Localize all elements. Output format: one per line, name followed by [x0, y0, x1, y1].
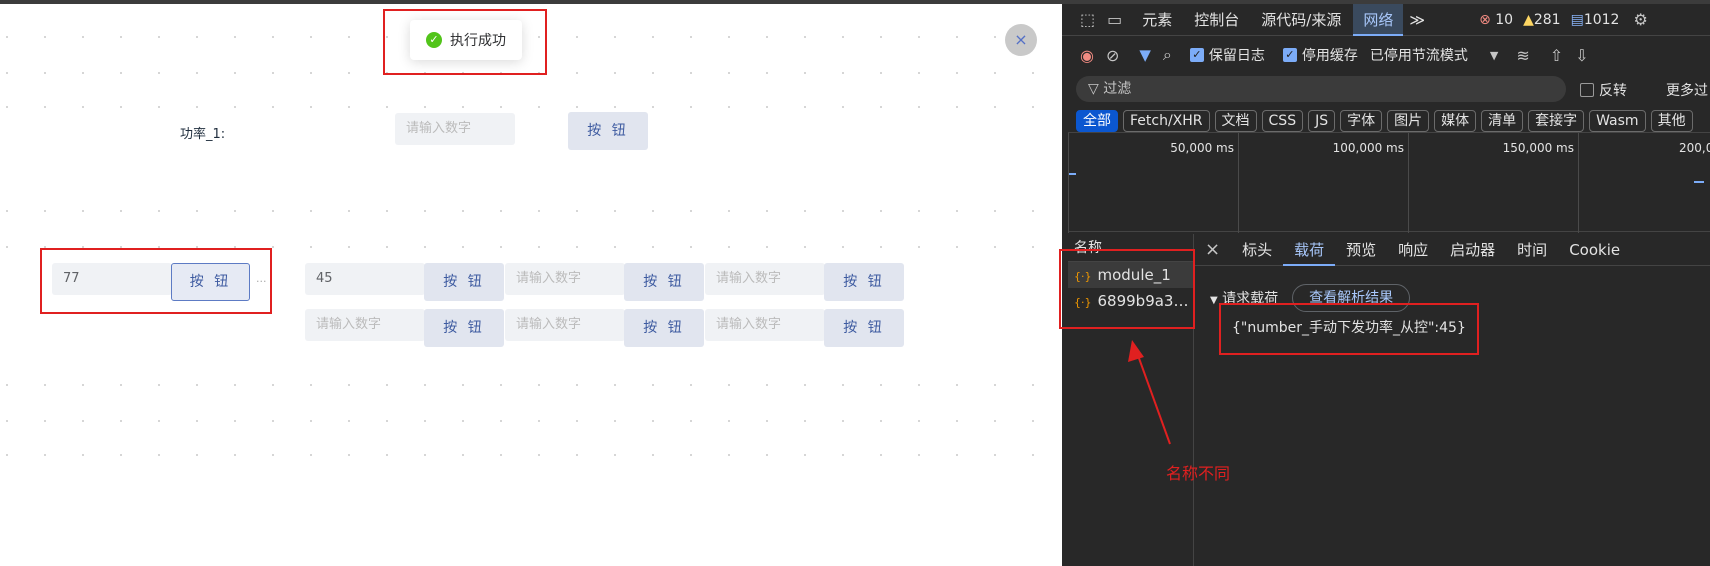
dotted-row: [0, 378, 1062, 388]
record-stop-icon[interactable]: ◉: [1080, 46, 1094, 65]
highlight-box-input: [40, 248, 272, 314]
timeline-tick: 100,000 ms: [1238, 133, 1408, 233]
input-45[interactable]: 45: [305, 263, 425, 295]
triangle-down-icon: ▼: [1210, 295, 1218, 306]
submit-button[interactable]: 按 钮: [624, 309, 704, 347]
close-icon[interactable]: ×: [1194, 234, 1231, 266]
number-input[interactable]: 请输入数字: [705, 309, 825, 341]
dotted-row: [0, 100, 1062, 110]
chevron-down-icon[interactable]: ▼: [1490, 49, 1498, 62]
devtools-tabbar: ⬚ ▭ 元素 控制台 源代码/来源 网络 ≫ ⊗ 10 ▲281 ▤1012 ⚙: [1062, 4, 1710, 36]
message-count[interactable]: ▤1012: [1571, 12, 1620, 28]
chip-css[interactable]: CSS: [1261, 110, 1304, 132]
chip-other[interactable]: 其他: [1650, 110, 1693, 132]
chip-all[interactable]: 全部: [1076, 110, 1118, 132]
tab-elements[interactable]: 元素: [1132, 4, 1182, 36]
timeline-tick: 200,0: [1578, 133, 1710, 233]
tab-initiator[interactable]: 启动器: [1439, 234, 1506, 266]
dotted-row: [0, 448, 1062, 458]
timeline-tick: 150,000 ms: [1408, 133, 1578, 233]
upload-icon[interactable]: ⇧: [1550, 46, 1563, 65]
power-submit-button[interactable]: 按 钮: [568, 112, 648, 150]
tab-cookie[interactable]: Cookie: [1558, 234, 1631, 266]
chip-socket[interactable]: 套接字: [1528, 110, 1585, 132]
power-label: 功率_1:: [180, 127, 226, 142]
filter-funnel-icon: ▽: [1088, 81, 1099, 97]
tab-sources[interactable]: 源代码/来源: [1251, 4, 1351, 36]
highlight-box-toast: [383, 9, 547, 75]
wifi-settings-icon[interactable]: ≋: [1516, 46, 1529, 65]
highlight-box-names: [1059, 249, 1195, 329]
chip-fetch-xhr[interactable]: Fetch/XHR: [1123, 110, 1210, 132]
network-toolbar: ◉ ⊘ ▼ ⌕ ✓ 保留日志 ✓ 停用缓存 已停用节流模式 ▼ ≋ ⇧ ⇩: [1062, 40, 1710, 70]
close-button[interactable]: ×: [1005, 24, 1037, 56]
message-icon: ▤: [1570, 11, 1584, 28]
error-count[interactable]: ⊗ 10: [1479, 12, 1513, 28]
highlight-box-payload: [1219, 303, 1479, 355]
filter-input[interactable]: ▽ 过滤: [1076, 76, 1566, 102]
number-input[interactable]: 请输入数字: [705, 263, 825, 295]
tab-timing[interactable]: 时间: [1506, 234, 1558, 266]
preserve-log-checkbox[interactable]: ✓ 保留日志: [1189, 45, 1265, 65]
inspect-element-icon[interactable]: ⬚: [1080, 10, 1095, 29]
clear-icon[interactable]: ⊘: [1106, 46, 1119, 65]
more-filters-button[interactable]: 更多过: [1666, 80, 1708, 100]
disable-cache-checkbox[interactable]: ✓ 停用缓存: [1282, 45, 1358, 65]
tab-preview[interactable]: 预览: [1335, 234, 1387, 266]
checkbox-checked-icon: ✓: [1282, 48, 1297, 62]
invert-checkbox[interactable]: 反转: [1580, 80, 1627, 100]
warning-count[interactable]: ▲281: [1523, 12, 1561, 28]
type-filter-chips: 全部 Fetch/XHR 文档 CSS JS 字体 图片 媒体 清单 套接字 W…: [1062, 108, 1710, 134]
power-input[interactable]: 请输入数字: [395, 113, 515, 145]
chip-manifest[interactable]: 清单: [1481, 110, 1524, 132]
arrow-icon: [1128, 340, 1171, 445]
chip-js[interactable]: JS: [1308, 110, 1336, 132]
chip-media[interactable]: 媒体: [1434, 110, 1477, 132]
tab-console[interactable]: 控制台: [1184, 4, 1249, 36]
tab-network[interactable]: 网络: [1353, 4, 1404, 36]
download-icon[interactable]: ⇩: [1575, 46, 1588, 65]
submit-button[interactable]: 按 钮: [824, 263, 904, 301]
number-input[interactable]: 请输入数字: [505, 263, 625, 295]
warning-icon: ▲: [1523, 11, 1534, 28]
checkbox-unchecked-icon: [1580, 83, 1594, 97]
network-timeline[interactable]: 50,000 ms 100,000 ms 150,000 ms 200,0: [1068, 132, 1710, 233]
more-tabs-icon[interactable]: ≫: [1405, 4, 1429, 36]
submit-button-45[interactable]: 按 钮: [424, 263, 504, 301]
chip-wasm[interactable]: Wasm: [1589, 110, 1646, 132]
device-toolbar-icon[interactable]: ▭: [1107, 10, 1122, 29]
tab-payload[interactable]: 载荷: [1283, 234, 1336, 266]
search-icon[interactable]: ⌕: [1163, 45, 1172, 65]
chip-img[interactable]: 图片: [1387, 110, 1430, 132]
number-input[interactable]: 请输入数字: [305, 309, 425, 341]
chip-doc[interactable]: 文档: [1214, 110, 1257, 132]
app-page: ✓ 执行成功 × 功率_1: 请输入数字 按 钮 77 按 钮 ... 45 按…: [0, 4, 1062, 566]
submit-button[interactable]: 按 钮: [624, 263, 704, 301]
annotation-text: 名称不同: [1166, 464, 1231, 483]
gear-icon[interactable]: ⚙: [1633, 10, 1647, 29]
submit-button[interactable]: 按 钮: [824, 309, 904, 347]
tab-headers[interactable]: 标头: [1231, 234, 1283, 266]
dotted-row: [0, 414, 1062, 424]
number-input[interactable]: 请输入数字: [505, 309, 625, 341]
filter-icon[interactable]: ▼: [1139, 46, 1151, 64]
throttle-select[interactable]: 已停用节流模式: [1370, 45, 1468, 65]
error-icon: ⊗: [1479, 11, 1491, 28]
dotted-row: [0, 204, 1062, 214]
request-detail-tabs: × 标头 载荷 预览 响应 启动器 时间 Cookie: [1194, 234, 1710, 266]
tab-response[interactable]: 响应: [1387, 234, 1439, 266]
chip-font[interactable]: 字体: [1340, 110, 1383, 132]
timeline-tick: 50,000 ms: [1068, 133, 1238, 233]
submit-button[interactable]: 按 钮: [424, 309, 504, 347]
checkbox-checked-icon: ✓: [1189, 48, 1204, 62]
